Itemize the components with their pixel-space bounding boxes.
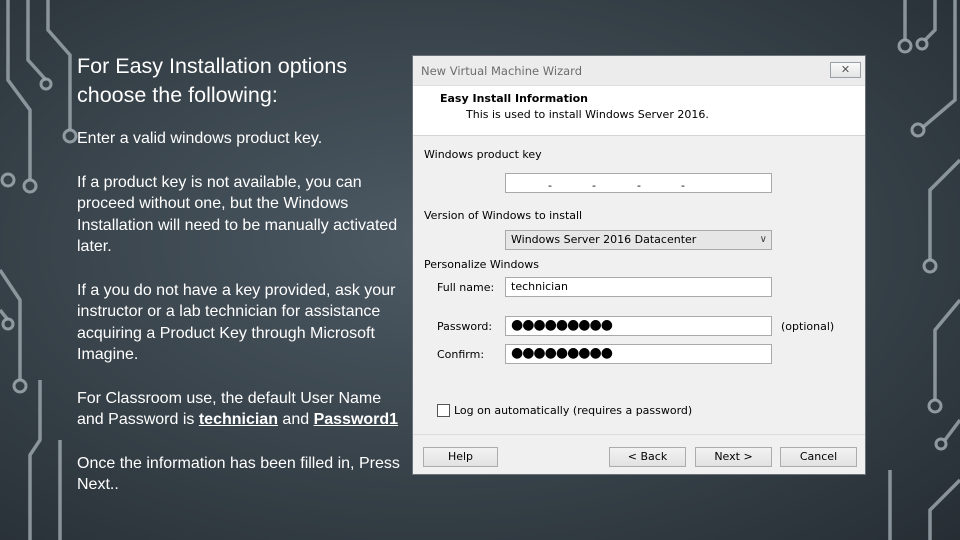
auto-logon-label: Log on automatically (requires a passwor… bbox=[454, 404, 693, 417]
new-vm-wizard-dialog: New Virtual Machine Wizard ✕ Easy Instal… bbox=[412, 55, 866, 475]
product-key-separator: - bbox=[681, 179, 685, 192]
chevron-down-icon: ∨ bbox=[759, 234, 767, 245]
close-icon: ✕ bbox=[840, 63, 851, 76]
instruction-credentials: For Classroom use, the default User Name… bbox=[77, 388, 407, 431]
slide-heading: For Easy Installation options choose the… bbox=[77, 54, 348, 107]
default-password: Password1 bbox=[313, 411, 399, 428]
confirm-password-input[interactable]: ●●●●●●●●● bbox=[505, 344, 772, 364]
back-button[interactable]: < Back bbox=[609, 447, 686, 467]
windows-version-value: Windows Server 2016 Datacenter bbox=[511, 233, 697, 246]
password-value: ●●●●●●●●● bbox=[511, 317, 613, 333]
fullname-value: technician bbox=[511, 280, 568, 293]
instruction-product-key: Enter a valid windows product key. bbox=[77, 130, 323, 147]
wizard-step-subtitle: This is used to install Windows Server 2… bbox=[466, 108, 709, 121]
dialog-button-bar: Help < Back Next > Cancel bbox=[413, 434, 865, 475]
password-label: Password: bbox=[437, 320, 493, 333]
dialog-title: New Virtual Machine Wizard bbox=[421, 64, 582, 78]
product-key-input[interactable]: - - - - bbox=[505, 173, 772, 193]
password-input[interactable]: ●●●●●●●●● bbox=[505, 316, 772, 336]
cancel-button[interactable]: Cancel bbox=[780, 447, 857, 467]
version-label: Version of Windows to install bbox=[424, 209, 583, 222]
fullname-input[interactable]: technician bbox=[505, 277, 772, 297]
confirm-password-value: ●●●●●●●●● bbox=[511, 345, 613, 361]
close-button[interactable]: ✕ bbox=[830, 62, 861, 78]
wizard-step-title: Easy Install Information bbox=[440, 92, 589, 105]
product-key-label: Windows product key bbox=[424, 148, 542, 161]
product-key-separator: - bbox=[548, 179, 552, 192]
personalize-windows-label: Personalize Windows bbox=[424, 258, 539, 271]
fullname-label: Full name: bbox=[437, 281, 495, 294]
product-key-separator: - bbox=[637, 179, 641, 192]
slide-text-panel: For Easy Installation options choose the… bbox=[77, 52, 407, 518]
instruction-no-key: If a product key is not available, you c… bbox=[77, 173, 398, 256]
auto-logon-checkbox[interactable] bbox=[437, 404, 450, 417]
wizard-header-panel: Easy Install Information This is used to… bbox=[413, 86, 865, 136]
confirm-label: Confirm: bbox=[437, 348, 485, 361]
help-button[interactable]: Help bbox=[423, 447, 498, 467]
password-optional-label: (optional) bbox=[781, 320, 835, 333]
next-button[interactable]: Next > bbox=[695, 447, 772, 467]
dialog-titlebar: New Virtual Machine Wizard ✕ bbox=[413, 56, 865, 86]
windows-version-select[interactable]: Windows Server 2016 Datacenter ∨ bbox=[505, 230, 772, 250]
credentials-text-and: and bbox=[277, 411, 314, 428]
instruction-press-next: Once the information has been filled in,… bbox=[77, 454, 400, 494]
product-key-separator: - bbox=[592, 179, 596, 192]
instruction-ask-instructor: If a you do not have a key provided, ask… bbox=[77, 281, 396, 364]
default-username: technician bbox=[198, 411, 278, 428]
